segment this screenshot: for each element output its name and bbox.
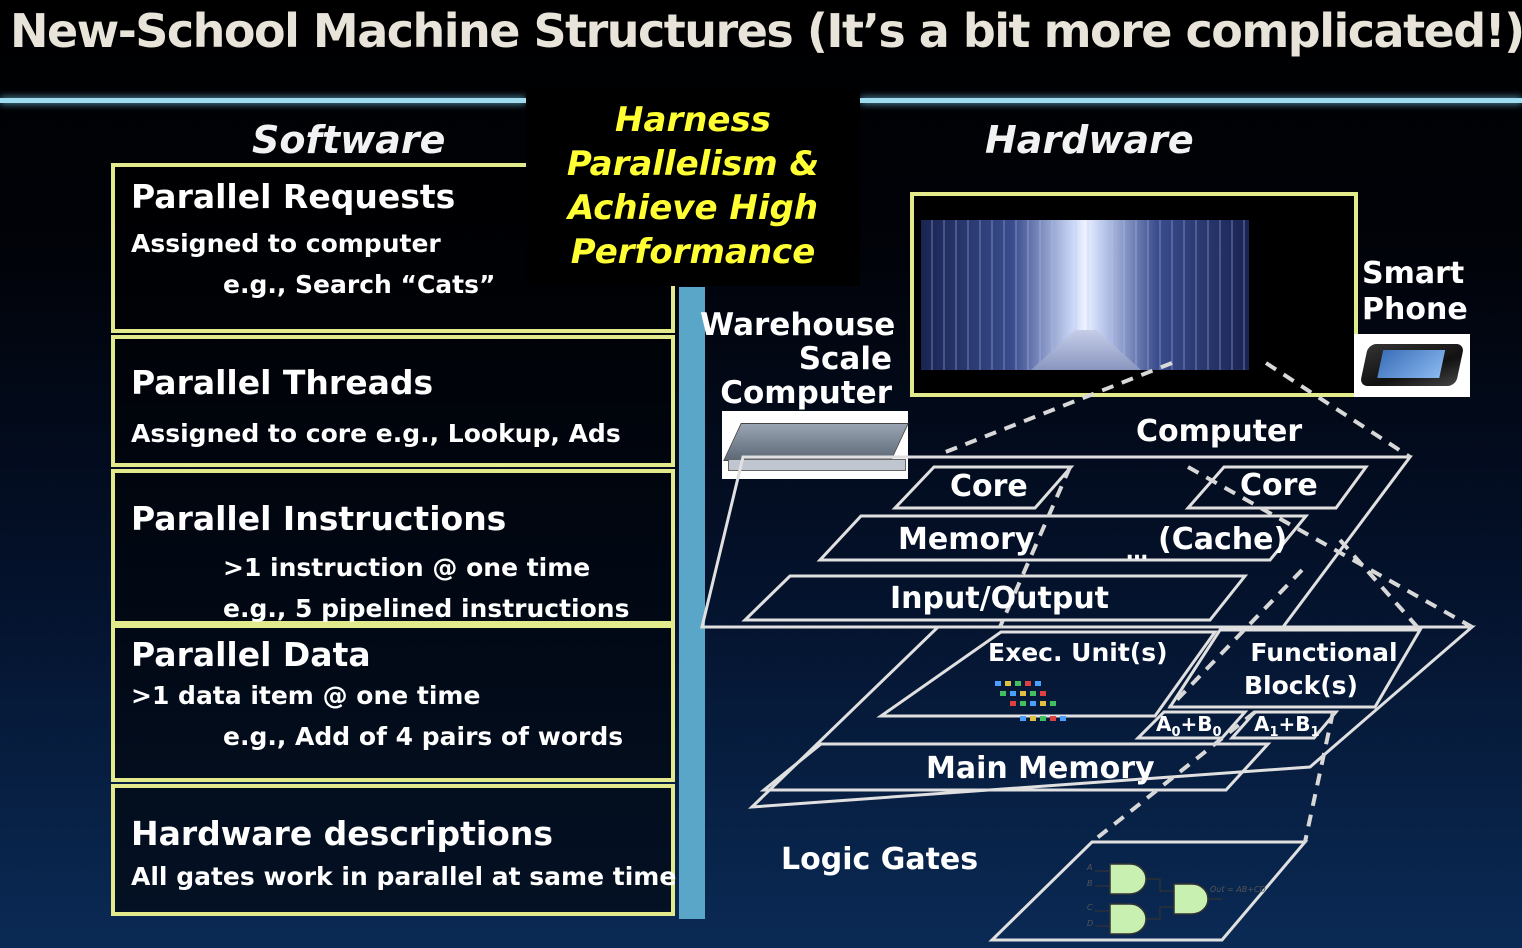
gate-input-a: A — [1086, 863, 1092, 872]
io-label: Input/Output — [890, 581, 1110, 616]
a0b0-label: A0+B0 — [1156, 712, 1222, 740]
dash-func-right — [1338, 538, 1422, 632]
functional-block-label: Functional Block(s) — [1244, 636, 1404, 702]
logic-gates-icon — [1109, 863, 1209, 935]
gate-input-d: D — [1087, 919, 1093, 928]
and-gate-3 — [1173, 883, 1209, 915]
ellipsis-label: … — [1126, 540, 1148, 565]
a0b0-b-sub: 0 — [1212, 725, 1222, 740]
a0b0-plus: +B — [1180, 712, 1213, 736]
gate-input-b: B — [1087, 879, 1093, 888]
a1b1-a-sub: 1 — [1269, 725, 1279, 740]
and-gate-1 — [1109, 863, 1147, 895]
cache-label: (Cache) — [1158, 522, 1288, 557]
core-left-label: Core — [950, 469, 1028, 504]
and-gate-2 — [1109, 903, 1147, 935]
functional-block-line: Block(s) — [1244, 671, 1358, 700]
computer-label: Computer — [1136, 414, 1303, 449]
a1b1-plus: +B — [1278, 712, 1311, 736]
a1b1-a: A — [1254, 712, 1270, 736]
exec-units-label: Exec. Unit(s) — [988, 638, 1168, 667]
functional-block-line: Functional — [1250, 638, 1398, 667]
memory-label: Memory — [898, 522, 1035, 557]
a0b0-a-sub: 0 — [1171, 725, 1181, 740]
main-memory-label: Main Memory — [926, 751, 1155, 786]
gate-output: Out = AB+CD — [1210, 885, 1266, 894]
core-right-label: Core — [1240, 468, 1318, 503]
a0b0-a: A — [1156, 712, 1172, 736]
a1b1-label: A1+B1 — [1254, 712, 1320, 740]
logic-gates-label: Logic Gates — [781, 842, 979, 877]
a1b1-b-sub: 1 — [1310, 725, 1320, 740]
gate-input-c: C — [1087, 903, 1093, 912]
